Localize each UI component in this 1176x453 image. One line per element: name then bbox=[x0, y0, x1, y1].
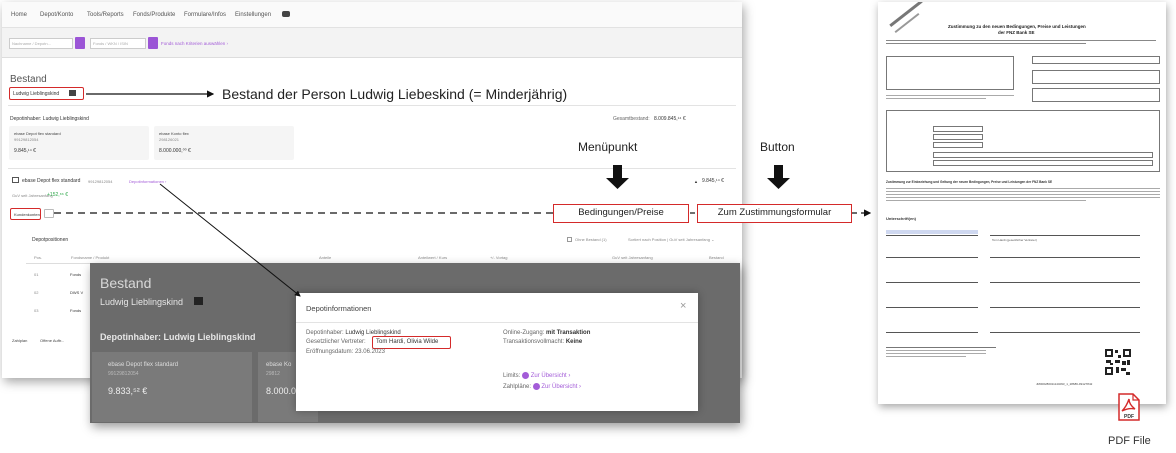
pdf-guardian-label: Tom Hardi (gesetzlicher Vertreter) bbox=[992, 238, 1037, 242]
depot-info-arrow bbox=[159, 183, 301, 297]
menu-annotation: Menüpunkt bbox=[578, 140, 638, 154]
pdf-title-line2: der FNZ Bank SE bbox=[998, 30, 1035, 35]
pdf-document: Zustimmung zu den neuen Bedingungen, Pre… bbox=[878, 2, 1166, 404]
pdf-file-icon[interactable]: PDF bbox=[1117, 393, 1141, 421]
pdf-signature-label: Unterschrift(en) bbox=[886, 216, 917, 221]
button-down-arrow-icon bbox=[767, 165, 790, 189]
zustimmungsformular-button[interactable]: Zum Zustimmungsformular bbox=[697, 204, 852, 223]
qr-code-icon bbox=[1104, 348, 1132, 376]
pdf-section-label: Zustimmung zur Einbeziehung und Geltung … bbox=[886, 180, 1053, 184]
menu-down-arrow-icon bbox=[606, 165, 629, 189]
button-annotation: Button bbox=[760, 140, 795, 154]
bestand-annotation: Bestand der Person Ludwig Liebeskind (= … bbox=[222, 86, 568, 102]
svg-text:PDF: PDF bbox=[1124, 414, 1134, 420]
pdf-depot-box bbox=[886, 56, 1014, 90]
pdf-title-line1: Zustimmung zu den neuen Bedingungen, Pre… bbox=[948, 24, 1086, 29]
menu-bedingungen-preise[interactable]: Bedingungen/Preise bbox=[553, 204, 689, 223]
pdf-file-label: PDF File bbox=[1108, 435, 1151, 447]
pdf-barcode-text: JM000280011144093_1_28686-99127842 bbox=[1036, 382, 1093, 386]
